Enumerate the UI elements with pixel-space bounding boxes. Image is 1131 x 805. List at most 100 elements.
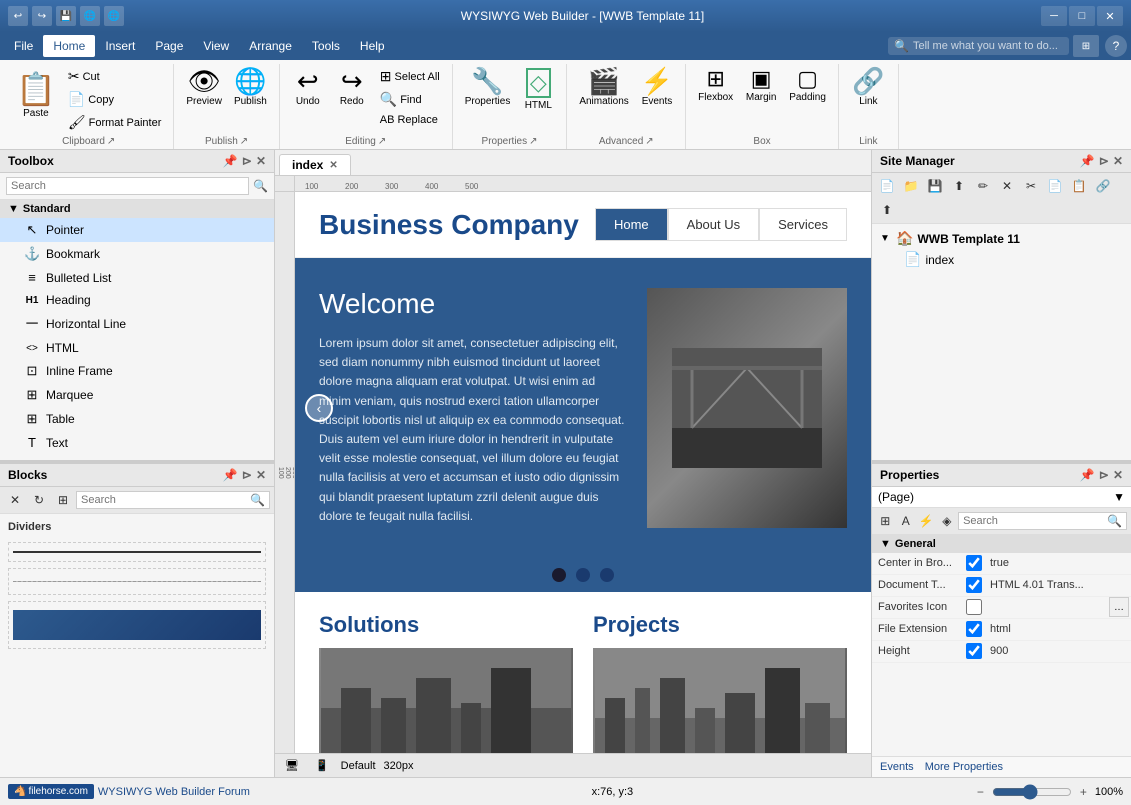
toolbox-item-bulleted-list[interactable]: ≡ Bulleted List [0, 266, 274, 289]
forum-link[interactable]: WYSIWYG Web Builder Forum [98, 786, 250, 798]
web-nav-home[interactable]: Home [595, 208, 668, 241]
redo-button[interactable]: ↪ Redo [332, 66, 372, 109]
redo-quick-btn[interactable]: ↪ [32, 6, 52, 26]
props-icon4[interactable]: ◈ [938, 510, 957, 532]
copy-button[interactable]: 📄 Copy [64, 89, 166, 110]
carousel-dot-2[interactable] [576, 568, 590, 582]
block-divider-2[interactable] [8, 568, 266, 595]
props-icon3[interactable]: ⚡ [917, 510, 936, 532]
props-browse-favicon-btn[interactable]: … [1109, 597, 1129, 617]
toolbox-pin-icon[interactable]: 📌 [223, 154, 238, 168]
toolbox-item-heading[interactable]: H1 Heading [0, 289, 274, 311]
link-button[interactable]: 🔗 Link [848, 66, 888, 109]
menu-help[interactable]: Help [350, 35, 395, 57]
flexbox-button[interactable]: ⊞ Flexbox [694, 66, 737, 105]
toolbox-item-horizontal-line[interactable]: ─ Horizontal Line [0, 311, 274, 337]
site-manager-arrow-icon[interactable]: ⊳ [1099, 154, 1109, 168]
cut-button[interactable]: ✂ Cut [64, 66, 166, 87]
tab-index[interactable]: index ✕ [279, 154, 351, 175]
minimize-button[interactable]: ─ [1041, 6, 1067, 26]
editing-expand-icon[interactable]: ↗ [378, 136, 386, 147]
props-section-general[interactable]: ▼ General [872, 535, 1131, 553]
save-quick-btn[interactable]: 💾 [56, 6, 76, 26]
tree-index[interactable]: 📄 index [876, 249, 1127, 270]
sm-edit-icon[interactable]: ✏ [972, 175, 994, 197]
blocks-add-icon[interactable]: ⊞ [52, 489, 74, 511]
maximize-button[interactable]: □ [1069, 6, 1095, 26]
toolbox-arrow-icon[interactable]: ⊳ [242, 154, 252, 168]
sm-up-icon[interactable]: ⬆ [876, 199, 898, 221]
properties-arrow-icon[interactable]: ⊳ [1099, 468, 1109, 482]
blocks-arrow-icon[interactable]: ⊳ [242, 468, 252, 482]
blocks-refresh-icon[interactable]: ↻ [28, 489, 50, 511]
blocks-search-input[interactable] [81, 494, 248, 506]
tree-root[interactable]: ▼ 🏠 WWB Template 11 [876, 228, 1127, 249]
props-events-link[interactable]: Events [880, 761, 914, 773]
zoom-slider[interactable] [992, 784, 1072, 800]
menu-file[interactable]: File [4, 35, 43, 57]
sm-cut-icon[interactable]: ✂ [1020, 175, 1042, 197]
close-button[interactable]: ✕ [1097, 6, 1123, 26]
sm-page-icon[interactable]: 📄 [876, 175, 898, 197]
menu-arrange[interactable]: Arrange [239, 35, 302, 57]
sm-paste-icon[interactable]: 📋 [1068, 175, 1090, 197]
tab-index-close-icon[interactable]: ✕ [329, 160, 337, 171]
properties-expand-icon[interactable]: ↗ [529, 136, 537, 147]
globe2-quick-btn[interactable]: 🌐 [104, 6, 124, 26]
sm-copy-icon[interactable]: 📄 [1044, 175, 1066, 197]
properties-pin-icon[interactable]: 📌 [1080, 468, 1095, 482]
zoom-plus-icon[interactable]: + [1078, 783, 1089, 801]
props-checkbox-height[interactable] [966, 643, 982, 659]
undo-quick-btn[interactable]: ↩ [8, 6, 28, 26]
preview-button[interactable]: 👁 Preview [182, 66, 226, 109]
props-checkbox-favicon[interactable] [966, 599, 982, 615]
menu-search-input[interactable] [913, 40, 1063, 52]
blocks-close-icon[interactable]: ✕ [256, 468, 266, 482]
toolbox-item-text[interactable]: T Text [0, 431, 274, 454]
web-nav-about[interactable]: About Us [668, 208, 759, 241]
block-divider-1[interactable] [8, 542, 266, 562]
menu-insert[interactable]: Insert [95, 35, 145, 57]
format-painter-button[interactable]: 🖌 Format Painter [64, 112, 166, 133]
sm-save-icon[interactable]: 💾 [924, 175, 946, 197]
toolbox-item-table[interactable]: ⊞ Table [0, 407, 274, 431]
animations-button[interactable]: 🎬 Animations [575, 66, 632, 109]
toolbox-item-inline-frame[interactable]: ⊡ Inline Frame [0, 359, 274, 383]
replace-button[interactable]: AB Replace [376, 112, 444, 128]
carousel-prev-button[interactable]: ‹ [305, 394, 333, 422]
zoom-minus-icon[interactable]: − [975, 783, 986, 801]
menu-home[interactable]: Home [43, 35, 95, 57]
toolbox-item-bookmark[interactable]: ⚓ Bookmark [0, 242, 274, 266]
props-checkbox-doctype[interactable] [966, 577, 982, 593]
toolbox-item-html[interactable]: <> HTML [0, 337, 274, 359]
blocks-pin-icon[interactable]: 📌 [223, 468, 238, 482]
properties-search-input[interactable] [963, 515, 1105, 527]
publish-button[interactable]: 🌐 Publish [230, 66, 271, 109]
toolbox-close-icon[interactable]: ✕ [256, 154, 266, 168]
blocks-delete-icon[interactable]: ✕ [4, 489, 26, 511]
menu-tools[interactable]: Tools [302, 35, 350, 57]
props-icon2[interactable]: A [897, 510, 916, 532]
toolbar-toggle-btn[interactable]: ⊞ [1073, 35, 1099, 57]
find-button[interactable]: 🔍 Find [376, 89, 444, 110]
globe-quick-btn[interactable]: 🌐 [80, 6, 100, 26]
toolbox-item-pointer[interactable]: ↖ Pointer [0, 218, 274, 242]
canvas-scroll[interactable]: Business Company Home About Us Services … [295, 192, 871, 753]
canvas-mobile-icon[interactable]: 📱 [311, 758, 333, 773]
advanced-expand-icon[interactable]: ↗ [645, 136, 653, 147]
html-button[interactable]: ◇ HTML [518, 66, 558, 113]
block-divider-3[interactable] [8, 601, 266, 649]
props-more-link[interactable]: More Properties [925, 761, 1003, 773]
toolbox-item-marquee[interactable]: ⊞ Marquee [0, 383, 274, 407]
carousel-dot-1[interactable] [552, 568, 566, 582]
menu-page[interactable]: Page [145, 35, 193, 57]
paste-button[interactable]: 📋 Paste [12, 66, 60, 123]
canvas-device-icon[interactable]: 🖥 [281, 758, 303, 773]
props-checkbox-center[interactable] [966, 555, 982, 571]
publish-expand-icon[interactable]: ↗ [240, 136, 248, 147]
margin-button[interactable]: ▣ Margin [741, 66, 781, 105]
properties-button[interactable]: 🔧 Properties [461, 66, 515, 109]
events-button[interactable]: ⚡ Events [637, 66, 677, 109]
sm-upload-icon[interactable]: ⬆ [948, 175, 970, 197]
sm-folder-icon[interactable]: 📁 [900, 175, 922, 197]
